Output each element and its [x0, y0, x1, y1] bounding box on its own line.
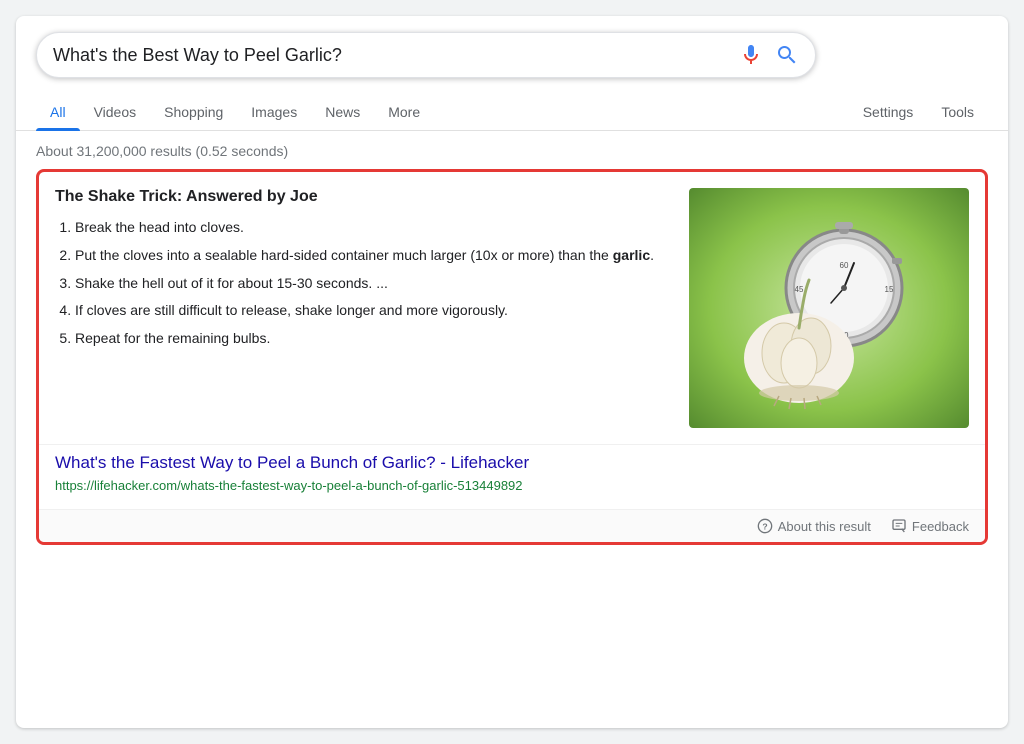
- tab-settings[interactable]: Settings: [849, 94, 928, 130]
- result-link-area: What's the Fastest Way to Peel a Bunch o…: [39, 444, 985, 509]
- result-link-title[interactable]: What's the Fastest Way to Peel a Bunch o…: [55, 453, 969, 473]
- svg-text:60: 60: [840, 261, 849, 270]
- tab-news[interactable]: News: [311, 94, 374, 130]
- snippet-text-area: The Shake Trick: Answered by Joe Break t…: [55, 188, 673, 428]
- card-body: The Shake Trick: Answered by Joe Break t…: [39, 172, 985, 444]
- snippet-title: The Shake Trick: Answered by Joe: [55, 188, 673, 206]
- about-result-button[interactable]: ? About this result: [757, 518, 871, 534]
- about-result-label: About this result: [778, 519, 871, 534]
- feedback-icon: [891, 518, 907, 534]
- feedback-button[interactable]: Feedback: [891, 518, 969, 534]
- feedback-label: Feedback: [912, 519, 969, 534]
- svg-text:15: 15: [885, 285, 894, 294]
- result-count: About 31,200,000 results (0.52 seconds): [16, 131, 1008, 169]
- step-2: Put the cloves into a sealable hard-side…: [75, 244, 673, 268]
- step-5: Repeat for the remaining bulbs.: [75, 327, 673, 351]
- search-icon[interactable]: [775, 43, 799, 67]
- tabs-right-group: Settings Tools: [849, 94, 988, 130]
- step-1: Break the head into cloves.: [75, 216, 673, 240]
- tab-shopping[interactable]: Shopping: [150, 94, 237, 130]
- tab-tools[interactable]: Tools: [927, 94, 988, 130]
- snippet-steps-list: Break the head into cloves. Put the clov…: [55, 216, 673, 351]
- svg-text:45: 45: [795, 285, 804, 294]
- page-container: What's the Best Way to Peel Garlic? All …: [16, 16, 1008, 728]
- search-box: What's the Best Way to Peel Garlic?: [36, 32, 816, 78]
- tab-more[interactable]: More: [374, 94, 434, 130]
- tabs-bar: All Videos Shopping Images News More Set…: [16, 86, 1008, 131]
- svg-text:?: ?: [762, 521, 767, 531]
- tab-videos[interactable]: Videos: [80, 94, 151, 130]
- featured-snippet-card: The Shake Trick: Answered by Joe Break t…: [36, 169, 988, 545]
- result-link-url: https://lifehacker.com/whats-the-fastest…: [55, 478, 523, 493]
- question-circle-icon: ?: [757, 518, 773, 534]
- result-footer: ? About this result Feedback: [39, 509, 985, 542]
- snippet-image: 60 30 45 15: [689, 188, 969, 428]
- tab-images[interactable]: Images: [237, 94, 311, 130]
- microphone-icon[interactable]: [739, 43, 763, 67]
- step-3: Shake the hell out of it for about 15-30…: [75, 272, 673, 296]
- search-bar-area: What's the Best Way to Peel Garlic?: [16, 16, 1008, 78]
- garlic-image-placeholder: 60 30 45 15: [689, 188, 969, 428]
- step-4: If cloves are still difficult to release…: [75, 299, 673, 323]
- search-input[interactable]: What's the Best Way to Peel Garlic?: [53, 45, 739, 66]
- tab-all[interactable]: All: [36, 94, 80, 130]
